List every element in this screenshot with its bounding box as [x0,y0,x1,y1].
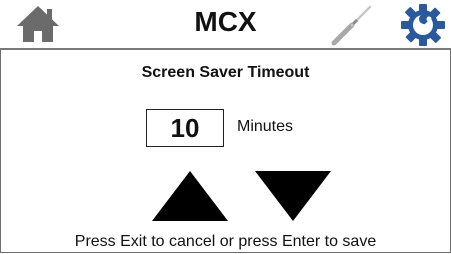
timeout-value: 10 [170,112,200,143]
decrease-arrow-button[interactable] [253,170,333,222]
header-bar: MCX [0,0,451,50]
page-title: Screen Saver Timeout [141,64,310,81]
unit-label: Minutes [237,118,294,135]
increase-arrow-button[interactable] [150,170,230,222]
app-title: MCX [194,6,257,37]
tools-icon[interactable] [330,4,374,46]
timeout-value-field[interactable]: 10 [146,109,224,147]
instruction-text: Press Exit to cancel or press Enter to s… [74,233,377,250]
settings-icon[interactable] [400,3,446,47]
